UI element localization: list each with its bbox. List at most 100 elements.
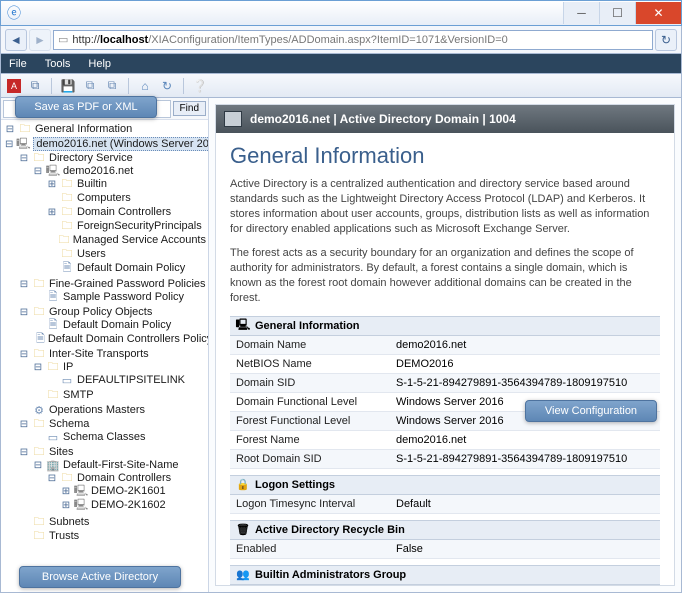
expand-icon[interactable]: ⊟: [19, 349, 29, 360]
tree-item[interactable]: SMTP: [63, 389, 94, 401]
expand-icon[interactable]: ⊟: [33, 362, 43, 373]
pdf-icon[interactable]: A: [7, 79, 21, 93]
tree-item[interactable]: Schema Classes: [63, 431, 146, 443]
tree-domain-root[interactable]: demo2016.net (Windows Server 2016): [33, 137, 208, 151]
menu-file[interactable]: File: [9, 58, 27, 70]
expand-icon[interactable]: ⊞: [47, 207, 57, 218]
tree-item[interactable]: ForeignSecurityPrincipals: [77, 220, 202, 232]
content-pane: demo2016.net | Active Directory Domain |…: [209, 98, 681, 592]
property-name: Enabled: [230, 540, 390, 559]
expand-icon[interactable]: ⊟: [19, 419, 29, 430]
address-bar[interactable]: ▭ http://localhost/XIAConfiguration/Item…: [53, 30, 653, 50]
expand-icon[interactable]: ⊞: [61, 486, 71, 497]
tree-item[interactable]: Managed Service Accounts: [73, 234, 206, 246]
tree-item[interactable]: Domain Controllers: [77, 472, 171, 484]
table-row: Logon Timesync IntervalDefault: [230, 495, 660, 514]
property-name: Root Domain SID: [230, 449, 390, 468]
tree-item[interactable]: Computers: [77, 192, 131, 204]
expand-icon[interactable]: ⊟: [33, 166, 43, 177]
expand-icon[interactable]: ⊟: [19, 307, 29, 318]
expand-icon[interactable]: ⊟: [19, 153, 29, 164]
tree-item[interactable]: DEMO-2K1601: [91, 485, 166, 497]
tree-item[interactable]: Default-First-Site-Name: [63, 459, 179, 471]
menu-help[interactable]: Help: [88, 58, 111, 70]
home-icon[interactable]: ⌂: [137, 78, 153, 94]
xml-icon[interactable]: ⧉: [27, 78, 43, 94]
tree-item[interactable]: Builtin: [77, 178, 107, 190]
tree-item[interactable]: DEFAULTIPSITELINK: [77, 374, 185, 386]
server-icon: 🖳: [74, 499, 88, 511]
section-builtin-admins: 👥Builtin Administrators Group NameAdmini…: [230, 565, 660, 586]
property-name: Logon Timesync Interval: [230, 495, 390, 514]
versions-icon[interactable]: ⧉: [104, 78, 120, 94]
tree[interactable]: ⊟🗀General Information ⊟🖳demo2016.net (Wi…: [1, 120, 208, 592]
expand-icon[interactable]: ⊞: [61, 500, 71, 511]
policy-icon: 🗎: [46, 319, 60, 331]
property-value: S-1-5-21-894279891-3564394789-1809197510: [390, 449, 660, 468]
compare-icon[interactable]: ⧉: [82, 78, 98, 94]
expand-icon[interactable]: ⊟: [19, 447, 29, 458]
tree-sites[interactable]: Sites: [49, 446, 73, 458]
property-name: Domain Name: [230, 336, 390, 355]
url-path: /XIAConfiguration/ItemTypes/ADDomain.asp…: [148, 34, 508, 46]
window-minimize-button[interactable]: ─: [563, 2, 599, 24]
help-icon[interactable]: ❔: [192, 78, 208, 94]
window-maximize-button[interactable]: ☐: [599, 2, 635, 24]
tree-item[interactable]: IP: [63, 361, 73, 373]
tree-intersite[interactable]: Inter-Site Transports: [49, 348, 149, 360]
section-title: Logon Settings: [255, 479, 335, 491]
back-button[interactable]: ◄: [5, 29, 27, 51]
tree-subnets[interactable]: Subnets: [49, 516, 89, 528]
find-button[interactable]: Find: [173, 101, 206, 116]
breadcrumb: demo2016.net | Active Directory Domain |…: [216, 105, 674, 133]
tree-item[interactable]: Sample Password Policy: [63, 291, 184, 303]
window-close-button[interactable]: ✕: [635, 2, 681, 24]
expand-icon[interactable]: ⊟: [5, 139, 13, 150]
tree-item[interactable]: Default Domain Policy: [63, 319, 171, 331]
expand-icon[interactable]: ⊟: [33, 460, 43, 471]
folder-icon: 🗀: [32, 418, 46, 430]
tree-domain[interactable]: demo2016.net: [63, 165, 133, 177]
tree-item[interactable]: DEMO-2K1602: [91, 499, 166, 511]
tree-directory-service[interactable]: Directory Service: [49, 152, 133, 164]
tree-fgpp[interactable]: Fine-Grained Password Policies: [49, 278, 206, 290]
window-titlebar: ⓔ ─ ☐ ✕: [0, 0, 682, 26]
tree-general-info[interactable]: General Information: [35, 123, 132, 135]
server-icon: 🖳: [236, 320, 250, 332]
expand-icon[interactable]: ⊟: [5, 124, 15, 135]
property-name: Forest Name: [230, 430, 390, 449]
expand-icon[interactable]: ⊞: [47, 179, 57, 190]
expand-icon[interactable]: ⊟: [19, 279, 29, 290]
save-icon[interactable]: 💾: [60, 78, 76, 94]
property-name: Domain Functional Level: [230, 392, 390, 411]
tree-trusts[interactable]: Trusts: [49, 530, 79, 542]
tree-schema[interactable]: Schema: [49, 418, 89, 430]
refresh-icon[interactable]: ↻: [159, 78, 175, 94]
folder-icon: 🗀: [32, 306, 46, 318]
crumb-domain: demo2016.net: [250, 112, 330, 126]
section-title: Builtin Administrators Group: [255, 569, 406, 581]
property-value: S-1-5-21-894279891-3564394789-1809197510: [390, 373, 660, 392]
forward-button[interactable]: ►: [29, 29, 51, 51]
server-icon: 🖳: [46, 165, 60, 177]
menu-tools[interactable]: Tools: [45, 58, 71, 70]
folder-icon: 🗀: [32, 152, 46, 164]
crumb-id: 1004: [489, 112, 516, 126]
lock-icon: 🔒: [236, 479, 250, 491]
tree-opmasters[interactable]: Operations Masters: [49, 404, 145, 416]
tree-gpo[interactable]: Group Policy Objects: [49, 306, 152, 318]
group-icon: 👥: [236, 569, 250, 581]
refresh-button[interactable]: ↻: [655, 29, 677, 51]
property-value: DEMO2016: [390, 354, 660, 373]
tree-item[interactable]: Domain Controllers: [77, 206, 171, 218]
page-title: General Information: [230, 143, 660, 169]
expand-icon[interactable]: ⊟: [47, 473, 57, 484]
crumb-type: Active Directory Domain: [340, 112, 479, 126]
tree-item[interactable]: Users: [77, 248, 106, 260]
table-row: Root Domain SIDS-1-5-21-894279891-356439…: [230, 449, 660, 468]
folder-icon: 🗀: [18, 123, 32, 135]
property-name: Domain SID: [230, 373, 390, 392]
tree-item[interactable]: Default Domain Controllers Policy: [48, 333, 208, 345]
tree-item[interactable]: Default Domain Policy: [77, 262, 185, 274]
table-row: Domain Namedemo2016.net: [230, 336, 660, 355]
